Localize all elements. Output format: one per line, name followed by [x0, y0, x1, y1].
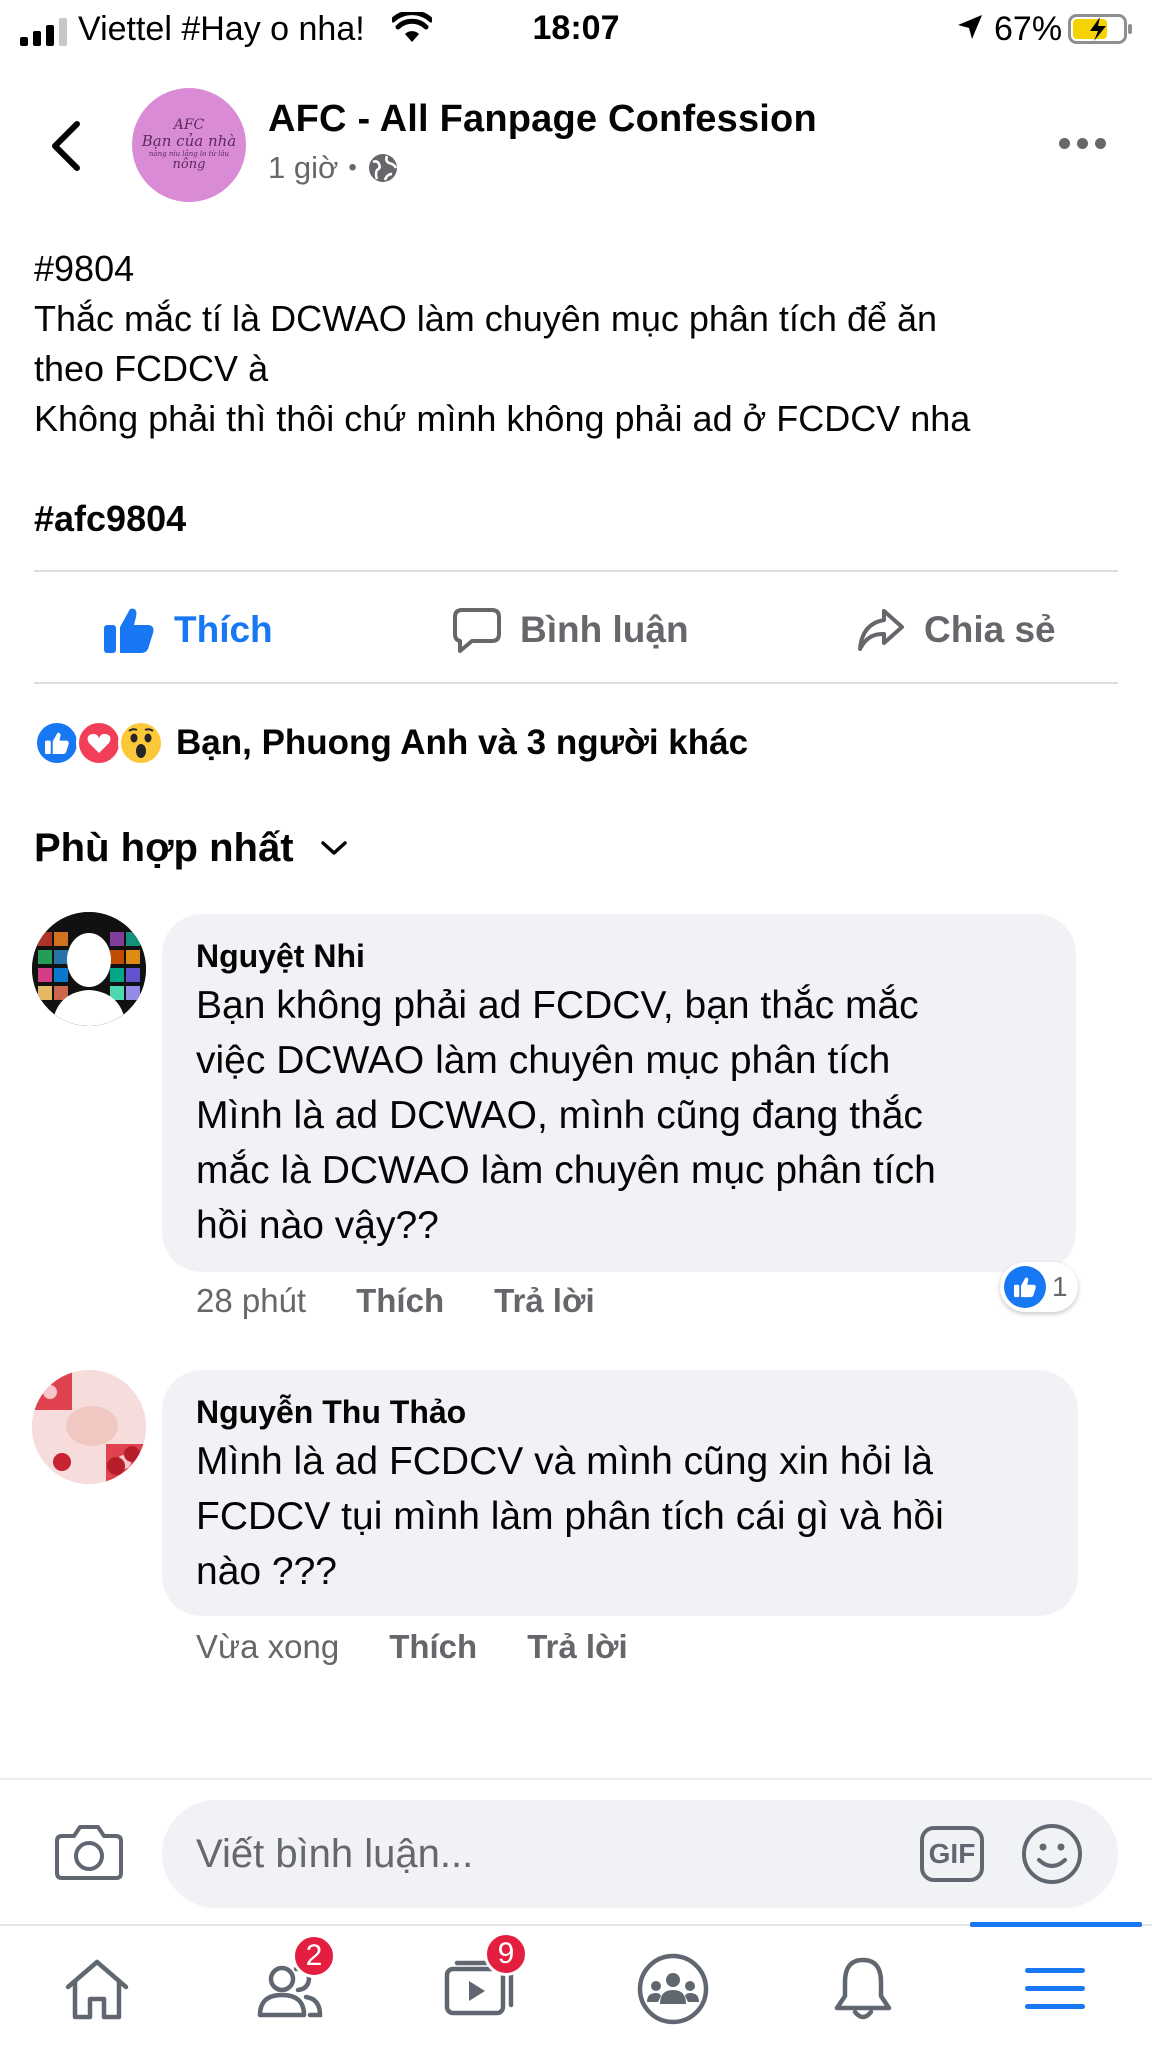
comment-like-button[interactable]: Thích [356, 1282, 444, 1320]
comment-meta: 28 phút Thích Trả lời [196, 1282, 595, 1320]
tab-notifications[interactable] [818, 1944, 908, 2034]
back-button[interactable] [40, 112, 92, 180]
comment-time: 28 phút [196, 1282, 307, 1319]
wow-reaction-icon [118, 720, 164, 766]
battery-charging-icon [1068, 14, 1132, 44]
comment-like-button[interactable]: Thích [389, 1628, 477, 1666]
like-reaction-icon [34, 720, 80, 766]
comment-button[interactable]: Bình luận [452, 600, 689, 660]
tab-watch[interactable]: 9 [434, 1932, 528, 2034]
gif-button[interactable]: GIF [920, 1826, 984, 1882]
divider [34, 570, 1118, 572]
comment-text: Bạn không phải ad FCDCV, bạn thắc mắc vi… [196, 984, 936, 1247]
comment-meta: Vừa xong Thích Trả lời [196, 1628, 628, 1666]
post-time[interactable]: 1 giờ [268, 150, 338, 186]
friends-badge: 2 [292, 1934, 336, 1978]
love-reaction-icon [76, 720, 122, 766]
post-meta: 1 giờ • [268, 150, 399, 186]
share-button[interactable]: Chia sẻ [856, 600, 1056, 660]
avatar[interactable] [32, 912, 146, 1026]
groups-icon [637, 1953, 709, 2025]
share-icon [858, 609, 904, 651]
tab-friends[interactable]: 2 [244, 1934, 336, 2034]
hashtag-link[interactable]: #afc9804 [34, 494, 1124, 544]
location-arrow-icon [958, 15, 982, 39]
comment-time: Vừa xong [196, 1628, 340, 1665]
battery-percentage: 67% [994, 10, 1063, 48]
notifications-icon [834, 1957, 892, 2020]
globe-icon [368, 154, 397, 182]
chevron-left-icon [52, 121, 80, 171]
comment-reply-button[interactable]: Trả lời [527, 1628, 628, 1666]
active-tab-indicator [970, 1922, 1142, 1927]
watch-badge: 9 [484, 1932, 528, 1976]
chevron-down-icon [320, 841, 347, 855]
page-avatar[interactable]: AFC Bạn của nhà nâng niu lắng lo từ lâu … [132, 88, 246, 202]
status-bar: Viettel #Hay o nha! 18:07 67% [0, 0, 1152, 60]
comment-icon [453, 608, 501, 653]
comment-reply-button[interactable]: Trả lời [494, 1282, 595, 1320]
tab-menu[interactable] [1010, 1944, 1100, 2034]
comment-sort-dropdown[interactable]: Phù hợp nhất [34, 820, 348, 876]
reactions-summary[interactable]: Bạn, Phuong Anh và 3 người khác [34, 718, 748, 768]
like-button[interactable]: Thích [102, 600, 273, 660]
avatar[interactable] [32, 1370, 146, 1484]
like-reaction-icon [1004, 1266, 1046, 1308]
comment-bubble[interactable]: Nguyễn Thu Thảo Mình là ad FCDCV và mình… [162, 1370, 1078, 1616]
reaction-summary-text: Bạn, Phuong Anh và 3 người khác [176, 723, 749, 762]
emoji-icon [1022, 1824, 1082, 1884]
more-options-icon[interactable] [1054, 128, 1110, 158]
page-name[interactable]: AFC - All Fanpage Confession [268, 98, 817, 141]
camera-icon [55, 1825, 123, 1880]
comment-like-count[interactable]: 1 [1000, 1262, 1078, 1312]
post-text: #9804 Thắc mắc tí là DCWAO làm chuyên mụ… [34, 244, 1124, 544]
thumbs-up-icon [104, 608, 154, 653]
comment-author[interactable]: Nguyệt Nhi [196, 934, 1042, 978]
home-icon [65, 1959, 129, 2020]
tab-groups[interactable] [628, 1944, 718, 2034]
comment-author[interactable]: Nguyễn Thu Thảo [196, 1390, 1044, 1434]
emoji-button[interactable] [1020, 1822, 1084, 1886]
sort-label: Phù hợp nhất [34, 825, 294, 870]
comment-bubble[interactable]: Nguyệt Nhi Bạn không phải ad FCDCV, bạn … [162, 914, 1076, 1272]
divider [34, 682, 1118, 684]
menu-icon [1025, 1968, 1085, 2009]
divider [0, 1778, 1152, 1780]
tab-home[interactable] [52, 1944, 142, 2034]
comment-text: Mình là ad FCDCV và mình cũng xin hỏi là… [196, 1440, 944, 1593]
camera-button[interactable] [54, 1822, 124, 1882]
